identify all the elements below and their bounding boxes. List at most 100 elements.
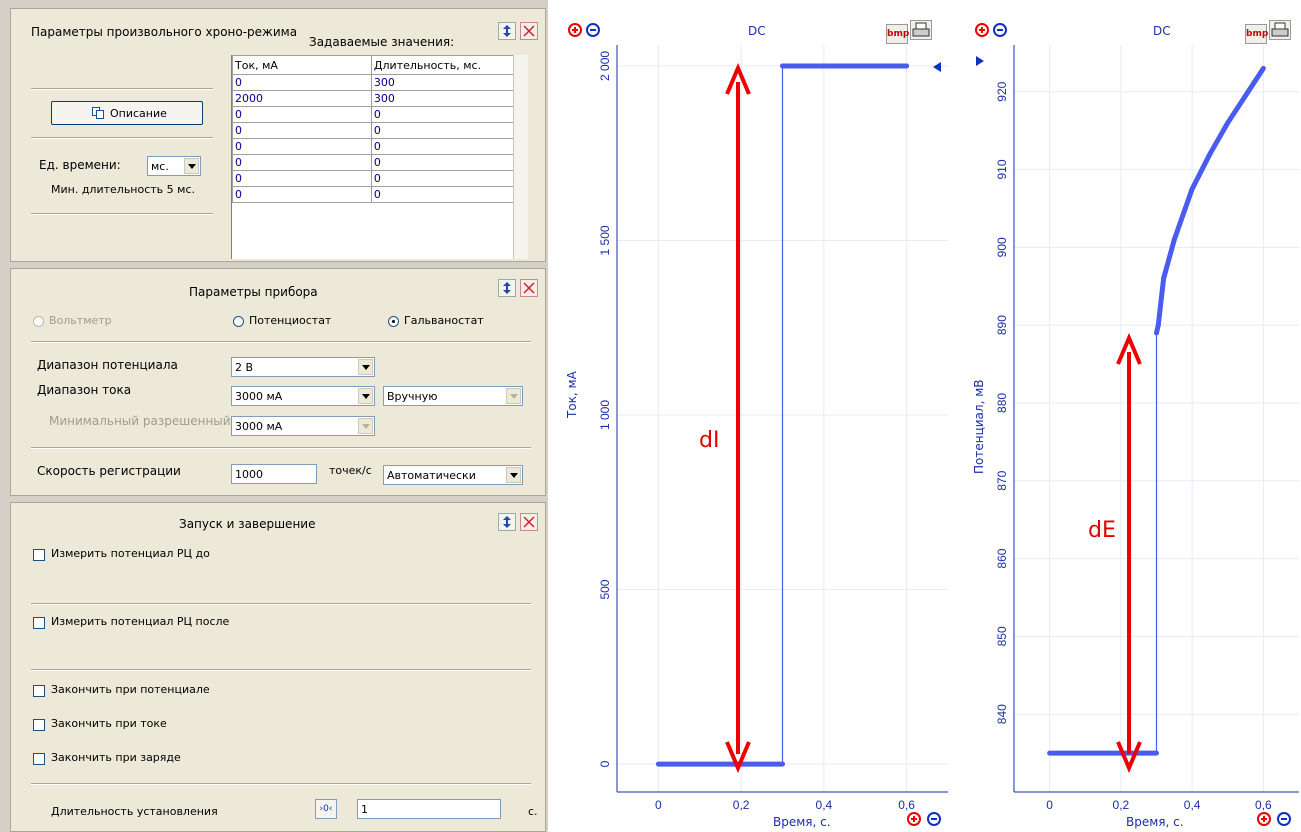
potential-chart[interactable]: DC bmp 0 0,2 0,4 0,6 840 850 860 870 880 890 900 91… xyxy=(962,0,1301,832)
table-cell[interactable]: 0 xyxy=(370,138,515,155)
table-cell[interactable]: 0 xyxy=(370,106,515,123)
end-potential-label[interactable]: Закончить при потенциале xyxy=(51,683,210,696)
close-icon[interactable] xyxy=(520,513,538,531)
annotation-label: dI xyxy=(699,428,720,453)
current-mode-value: Вручную xyxy=(387,390,438,403)
close-icon[interactable] xyxy=(520,279,538,297)
device-panel-title: Параметры прибора xyxy=(189,285,318,299)
table-cell[interactable]: 2000 xyxy=(232,90,372,107)
zoom-out-icon[interactable] xyxy=(927,812,941,826)
potential-range-select[interactable]: 2 В xyxy=(231,357,375,377)
table-cell[interactable]: 0 xyxy=(232,154,372,171)
y-tick-label: 920 xyxy=(995,81,1009,101)
end-charge-label[interactable]: Закончить при заряде xyxy=(51,751,181,764)
y-tick-label: 2 000 xyxy=(598,51,612,81)
collapse-toggle-icon[interactable] xyxy=(498,22,516,40)
table-cell[interactable]: 0 xyxy=(232,186,372,203)
y-tick-label: 1 000 xyxy=(598,400,612,430)
marker-triangle xyxy=(976,56,984,66)
settle-label: Длительность установления xyxy=(51,805,218,818)
table-row[interactable]: 00 xyxy=(232,106,515,123)
measure-after-checkbox[interactable] xyxy=(33,617,45,629)
rate-mode-select[interactable]: Автоматически xyxy=(383,465,523,485)
table-row[interactable]: 00 xyxy=(232,170,515,187)
table-cell[interactable]: 0 xyxy=(370,170,515,187)
x-tick-label: 0,2 xyxy=(733,798,750,812)
description-button[interactable]: Описание xyxy=(51,101,203,125)
collapse-toggle-icon[interactable] xyxy=(498,513,516,531)
settle-value: 1 xyxy=(361,803,368,816)
chrono-panel: Параметры произвольного хроно-режима Зад… xyxy=(10,8,546,262)
table-row[interactable]: 0 300 xyxy=(232,74,515,91)
device-panel: Параметры прибора Вольтметр Потенциостат… xyxy=(10,268,546,496)
table-cell[interactable]: 0 xyxy=(232,74,372,91)
table-cell[interactable]: 0 xyxy=(370,186,515,203)
settle-input[interactable]: 1 xyxy=(357,799,501,819)
radio-galvanostat[interactable] xyxy=(388,316,399,327)
table-row[interactable]: 2000 300 xyxy=(232,90,515,107)
radio-potentiostat-label[interactable]: Потенциостат xyxy=(249,314,331,327)
collapse-toggle-icon[interactable] xyxy=(498,279,516,297)
values-table[interactable]: Ток, мА Длительность, мс. 0 300 2000 300 0… xyxy=(231,55,528,259)
zoom-out-icon[interactable] xyxy=(1277,812,1291,826)
radio-galvanostat-label[interactable]: Гальваностат xyxy=(404,314,484,327)
y-tick-label: 0 xyxy=(598,760,612,767)
table-cell[interactable]: 300 xyxy=(370,90,515,107)
zero-button[interactable]: ›0‹ xyxy=(315,799,337,819)
x-tick-label: 0,2 xyxy=(1113,798,1130,812)
min-allowed-value: 3000 мА xyxy=(235,420,283,433)
radio-voltmeter xyxy=(33,316,44,327)
end-current-label[interactable]: Закончить при токе xyxy=(51,717,167,730)
x-tick-label: 0 xyxy=(1046,798,1053,812)
current-chart[interactable]: DC bmp 0 0,2 0,4 0,6 0 500 1 000 1 500 2 000 Вре… xyxy=(555,0,960,832)
series-points xyxy=(1171,186,1195,243)
table-row[interactable]: 00 xyxy=(232,186,515,203)
zoom-in-icon[interactable] xyxy=(907,812,921,826)
end-potential-checkbox[interactable] xyxy=(33,685,45,697)
run-panel-title: Запуск и завершение xyxy=(179,517,316,531)
time-unit-value: мс. xyxy=(151,160,169,173)
divider xyxy=(31,341,531,343)
chart-plot: 0 0,2 0,4 0,6 840 850 860 870 880 890 900 910 920 xyxy=(976,45,1299,812)
min-duration-text: Мин. длительность 5 мс. xyxy=(51,183,195,196)
rate-input[interactable]: 1000 xyxy=(231,464,317,484)
table-scrollbar[interactable] xyxy=(513,55,528,259)
measure-before-label[interactable]: Измерить потенциал РЦ до xyxy=(51,547,210,560)
table-cell[interactable]: 0 xyxy=(232,138,372,155)
radio-potentiostat[interactable] xyxy=(233,316,244,327)
current-range-value: 3000 мА xyxy=(235,390,283,403)
divider xyxy=(31,137,213,139)
table-cell[interactable]: 0 xyxy=(232,106,372,123)
x-tick-label: 0,6 xyxy=(898,798,915,812)
x-tick-label: 0,4 xyxy=(1184,798,1201,812)
current-range-select[interactable]: 3000 мА xyxy=(231,386,375,406)
y-tick-label: 880 xyxy=(995,393,1009,413)
rate-unit: точек/с xyxy=(329,464,372,477)
zoom-in-icon[interactable] xyxy=(1257,812,1271,826)
chevron-down-icon xyxy=(506,467,521,483)
measure-before-checkbox[interactable] xyxy=(33,549,45,561)
table-row[interactable]: 00 xyxy=(232,154,515,171)
table-row[interactable]: 00 xyxy=(232,138,515,155)
column-header: Ток, мА xyxy=(232,55,372,75)
measure-after-label[interactable]: Измерить потенциал РЦ после xyxy=(51,615,229,628)
y-tick-label: 870 xyxy=(995,470,1009,490)
document-icon xyxy=(92,107,104,119)
table-cell[interactable]: 0 xyxy=(232,122,372,139)
y-tick-label: 1 500 xyxy=(598,225,612,255)
divider xyxy=(31,447,531,449)
table-cell[interactable]: 300 xyxy=(370,74,515,91)
series-points xyxy=(1207,120,1231,157)
radio-voltmeter-label: Вольтметр xyxy=(49,314,112,327)
end-charge-checkbox[interactable] xyxy=(33,753,45,765)
series-points xyxy=(1225,93,1249,126)
table-cell[interactable]: 0 xyxy=(370,154,515,171)
table-cell[interactable]: 0 xyxy=(370,122,515,139)
close-icon[interactable] xyxy=(520,22,538,40)
current-mode-select[interactable]: Вручную xyxy=(383,386,523,406)
table-row[interactable]: 00 xyxy=(232,122,515,139)
end-current-checkbox[interactable] xyxy=(33,719,45,731)
time-unit-select[interactable]: мс. xyxy=(147,156,201,176)
table-cell[interactable]: 0 xyxy=(232,170,372,187)
chevron-down-icon xyxy=(506,388,521,404)
